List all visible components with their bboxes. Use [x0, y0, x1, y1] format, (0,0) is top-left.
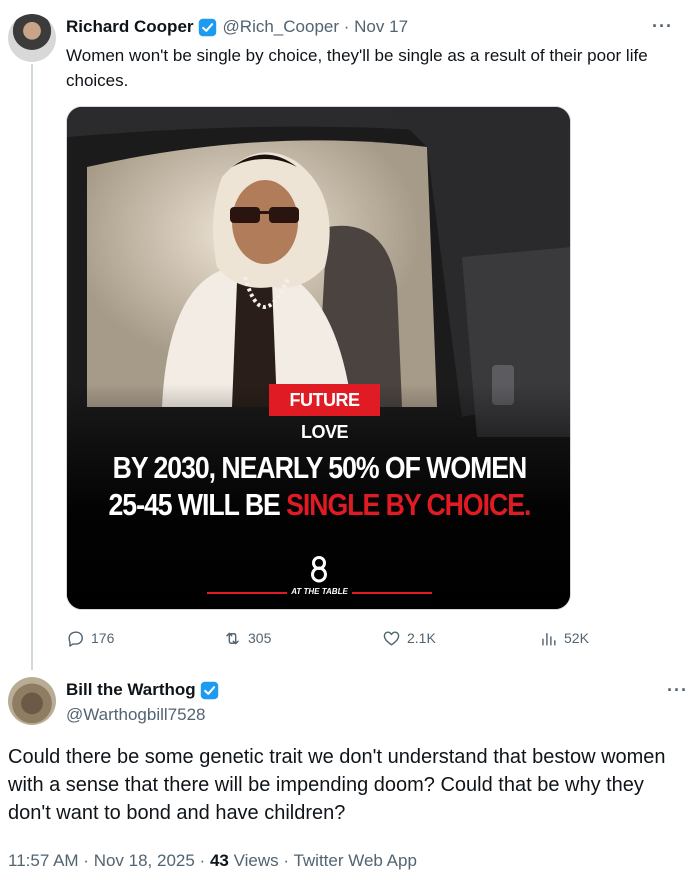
- views-count: 43: [209, 851, 229, 870]
- separator-dot: ·: [278, 851, 294, 870]
- photo-illustration: [67, 107, 570, 609]
- like-button[interactable]: 2.1K: [382, 627, 436, 649]
- separator-dot: ·: [194, 851, 210, 870]
- separator-dot: ·: [78, 851, 94, 870]
- analytics-icon: [542, 632, 556, 646]
- reply-count: 176: [91, 630, 115, 646]
- tweet-header: Bill the Warthog: [66, 680, 225, 700]
- author-handle[interactable]: @Warthogbill7528: [66, 705, 205, 725]
- tweet-time[interactable]: 11:57 AM: [8, 851, 79, 870]
- views-count: 52K: [564, 630, 589, 646]
- tweet-header: Richard Cooper @Rich_Cooper · Nov 17: [66, 17, 408, 37]
- more-options-icon[interactable]: ···: [652, 16, 673, 37]
- views-button[interactable]: 52K: [539, 627, 589, 649]
- verified-badge-icon: [200, 681, 218, 699]
- avatar[interactable]: [8, 14, 56, 62]
- tweet-text: Women won't be single by choice, they'll…: [66, 46, 648, 90]
- separator-dot: ·: [343, 17, 350, 36]
- like-count: 2.1K: [407, 630, 436, 646]
- tweet-date[interactable]: Nov 18, 2025: [94, 851, 195, 870]
- media-headline: BY 2030, NEARLY 50% OF WOMEN 25-45 WILL …: [108, 450, 532, 522]
- author-name[interactable]: Richard Cooper: [66, 17, 194, 37]
- reply-icon: [68, 630, 83, 647]
- author-name[interactable]: Bill the Warthog: [66, 680, 196, 700]
- retweet-count: 305: [248, 630, 272, 646]
- brand-name: AT THE TABLE: [291, 587, 348, 596]
- retweet-icon: [226, 632, 239, 644]
- author-handle[interactable]: @Rich_Cooper: [223, 17, 339, 37]
- tweet-source[interactable]: Twitter Web App: [293, 851, 416, 870]
- reply-button[interactable]: 176: [66, 627, 114, 649]
- tweet-text: Could there be some genetic trait we don…: [8, 746, 666, 824]
- media-badge: FUTURE LOVE: [269, 384, 380, 442]
- avatar[interactable]: [8, 677, 56, 725]
- thread-connector-line: [31, 64, 33, 670]
- views-label: Views: [228, 851, 279, 870]
- retweet-button[interactable]: 305: [223, 627, 271, 649]
- tweet-date[interactable]: Nov 17: [354, 17, 408, 37]
- verified-badge-icon: [198, 18, 216, 36]
- tweet-actions: 176 305 2.1K 52K: [66, 627, 606, 651]
- brand-logo-icon: [311, 556, 327, 583]
- tweet-image[interactable]: FUTURE LOVE BY 2030, NEARLY 50% OF WOMEN…: [66, 106, 571, 610]
- more-options-icon[interactable]: ···: [667, 680, 688, 701]
- tweet-meta: 11:57 AM · Nov 18, 2025 · 43 Views · Twi…: [8, 851, 417, 871]
- heart-icon: [383, 630, 400, 646]
